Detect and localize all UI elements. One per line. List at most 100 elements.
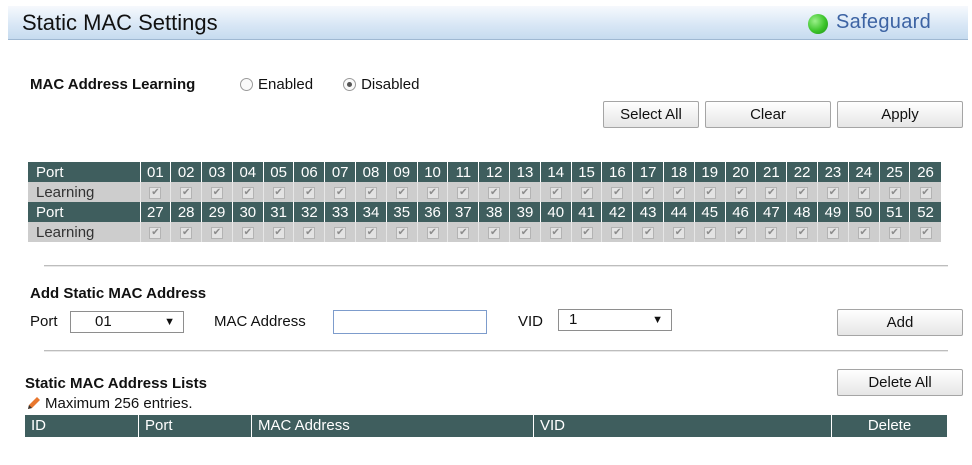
learning-checkbox[interactable]: ✔	[765, 186, 778, 199]
learning-cell: ✔	[755, 222, 787, 242]
learning-checkbox[interactable]: ✔	[210, 226, 223, 239]
learning-checkbox[interactable]: ✔	[364, 226, 377, 239]
learning-checkbox[interactable]: ✔	[426, 226, 439, 239]
port-number: 27	[139, 202, 171, 222]
learning-checkbox[interactable]: ✔	[672, 186, 685, 199]
learning-enabled-option[interactable]: Enabled	[240, 76, 313, 93]
learning-checkbox[interactable]: ✔	[611, 226, 624, 239]
port-number: 02	[170, 162, 202, 182]
learning-disabled-option[interactable]: Disabled	[343, 76, 419, 93]
learning-checkbox[interactable]: ✔	[334, 226, 347, 239]
learning-enabled-radio[interactable]	[240, 77, 253, 91]
learning-checkbox[interactable]: ✔	[149, 226, 162, 239]
learning-enabled-label: Enabled	[258, 75, 314, 93]
learning-checkbox[interactable]: ✔	[888, 186, 901, 199]
port-number: 51	[878, 202, 910, 222]
port-number: 36	[416, 202, 448, 222]
vid-select-value: 1	[569, 311, 578, 328]
learning-checkbox[interactable]: ✔	[303, 226, 316, 239]
max-entries-note: Maximum 256 entries.	[25, 395, 193, 412]
learning-checkbox[interactable]: ✔	[426, 186, 439, 199]
vid-select[interactable]: 1 ▼	[558, 309, 672, 331]
port-number: 35	[385, 202, 418, 222]
learning-checkbox[interactable]: ✔	[395, 226, 408, 239]
learning-checkbox[interactable]: ✔	[672, 226, 685, 239]
mac-address-label: MAC Address	[214, 313, 306, 330]
learning-checkbox[interactable]: ✔	[549, 226, 562, 239]
divider	[44, 265, 948, 267]
learning-cell: ✔	[601, 182, 633, 202]
learning-cell: ✔	[293, 182, 325, 202]
port-number: 21	[755, 162, 787, 182]
learning-checkbox[interactable]: ✔	[457, 186, 470, 199]
learning-checkbox[interactable]: ✔	[611, 186, 624, 199]
port-number: 15	[570, 162, 602, 182]
mac-address-input[interactable]	[333, 310, 487, 334]
learning-checkbox[interactable]: ✔	[457, 226, 470, 239]
learning-checkbox[interactable]: ✔	[241, 226, 254, 239]
port-number: 19	[693, 162, 726, 182]
learning-checkbox[interactable]: ✔	[241, 186, 254, 199]
port-number: 37	[447, 202, 479, 222]
learning-checkbox[interactable]: ✔	[518, 186, 531, 199]
learning-checkbox[interactable]: ✔	[888, 226, 901, 239]
learning-checkbox[interactable]: ✔	[395, 186, 408, 199]
learning-cell: ✔	[693, 222, 726, 242]
learning-checkbox[interactable]: ✔	[765, 226, 778, 239]
learning-label: Learning	[28, 222, 140, 242]
learning-cell: ✔	[478, 182, 510, 202]
port-select[interactable]: 01 ▼	[70, 311, 184, 333]
learning-checkbox[interactable]: ✔	[796, 226, 809, 239]
learning-checkbox[interactable]: ✔	[642, 186, 655, 199]
learning-cell: ✔	[170, 182, 202, 202]
select-all-button[interactable]: Select All	[603, 101, 699, 128]
learning-checkbox[interactable]: ✔	[857, 226, 870, 239]
vid-label: VID	[518, 313, 544, 330]
port-label: Port	[28, 162, 140, 182]
learning-checkbox[interactable]: ✔	[180, 226, 193, 239]
learning-checkbox[interactable]: ✔	[734, 226, 747, 239]
learning-checkbox[interactable]: ✔	[549, 186, 562, 199]
port-number: 07	[324, 162, 356, 182]
learning-checkbox[interactable]: ✔	[580, 186, 593, 199]
learning-checkbox[interactable]: ✔	[334, 186, 347, 199]
learning-checkbox[interactable]: ✔	[303, 186, 316, 199]
port-number: 08	[355, 162, 387, 182]
learning-checkbox[interactable]: ✔	[857, 186, 870, 199]
learning-checkbox[interactable]: ✔	[580, 226, 593, 239]
learning-checkbox[interactable]: ✔	[518, 226, 531, 239]
learning-checkbox[interactable]: ✔	[919, 186, 932, 199]
learning-cell: ✔	[231, 222, 264, 242]
learning-checkbox[interactable]: ✔	[826, 186, 839, 199]
learning-checkbox[interactable]: ✔	[703, 226, 716, 239]
learning-checkbox[interactable]: ✔	[180, 186, 193, 199]
learning-checkbox[interactable]: ✔	[642, 226, 655, 239]
port-number: 33	[324, 202, 356, 222]
port-number: 22	[786, 162, 818, 182]
learning-checkbox[interactable]: ✔	[272, 186, 285, 199]
learning-checkbox[interactable]: ✔	[703, 186, 716, 199]
delete-all-button[interactable]: Delete All	[837, 369, 963, 396]
learning-checkbox[interactable]: ✔	[826, 226, 839, 239]
learning-checkbox[interactable]: ✔	[488, 186, 501, 199]
learning-cell: ✔	[755, 182, 787, 202]
port-number: 30	[231, 202, 264, 222]
apply-button[interactable]: Apply	[837, 101, 963, 128]
learning-checkbox[interactable]: ✔	[364, 186, 377, 199]
learning-checkbox[interactable]: ✔	[796, 186, 809, 199]
chevron-down-icon: ▼	[652, 314, 663, 326]
col-vid: VID	[533, 415, 831, 437]
learning-cell: ✔	[170, 222, 202, 242]
learning-checkbox[interactable]: ✔	[149, 186, 162, 199]
learning-checkbox[interactable]: ✔	[919, 226, 932, 239]
learning-checkbox[interactable]: ✔	[488, 226, 501, 239]
add-button[interactable]: Add	[837, 309, 963, 336]
port-number: 23	[817, 162, 849, 182]
port-number: 39	[509, 202, 541, 222]
learning-cell: ✔	[231, 182, 264, 202]
learning-disabled-radio[interactable]	[343, 77, 357, 91]
learning-checkbox[interactable]: ✔	[210, 186, 223, 199]
learning-checkbox[interactable]: ✔	[734, 186, 747, 199]
learning-checkbox[interactable]: ✔	[272, 226, 285, 239]
clear-button[interactable]: Clear	[705, 101, 831, 128]
